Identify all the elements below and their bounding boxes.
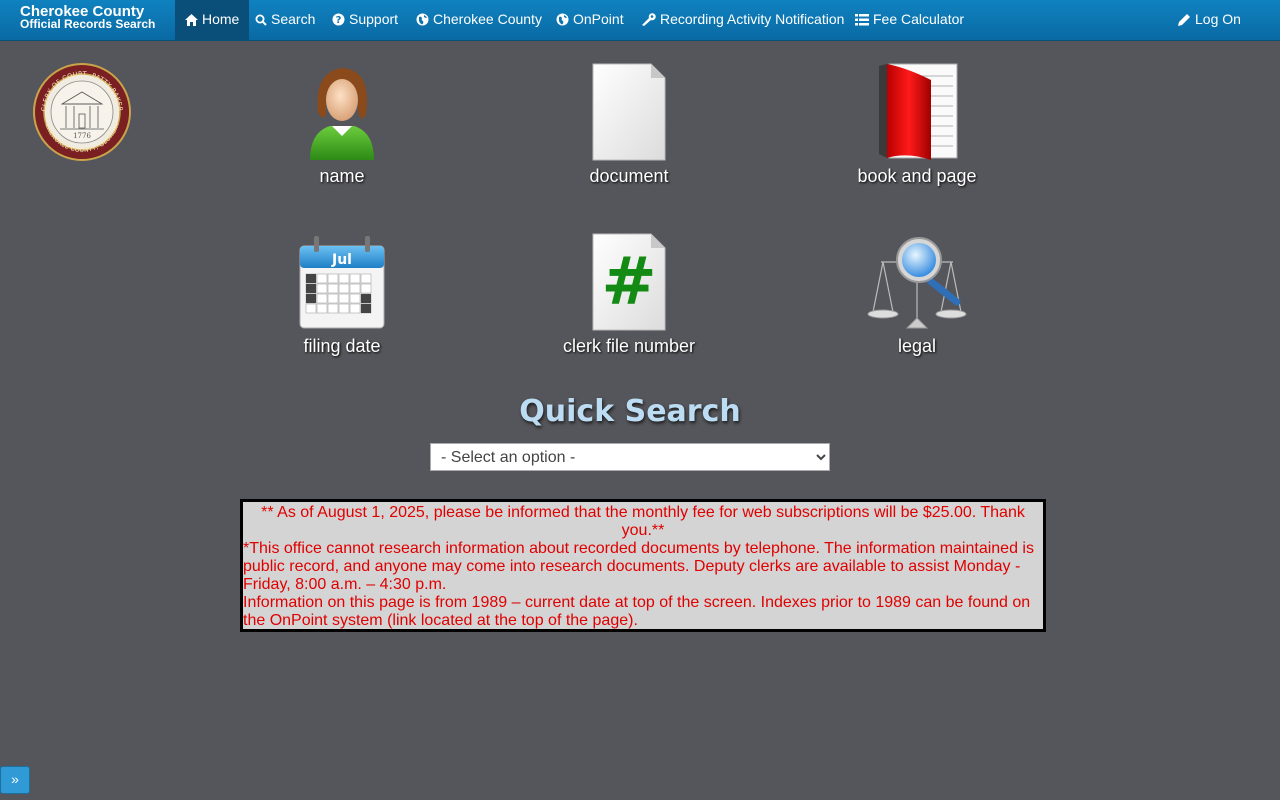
notice-index-line: Information on this page is from 1989 – … (243, 594, 1031, 629)
nav-onpoint[interactable]: OnPoint (556, 0, 624, 40)
nav-log-on-label: Log On (1195, 11, 1241, 27)
list-icon (855, 14, 869, 26)
expand-panel-button[interactable]: » (0, 766, 30, 794)
tile-name-label: name (319, 166, 365, 186)
pencil-icon (1178, 14, 1190, 26)
brand[interactable]: Cherokee County Official Records Search (20, 4, 156, 31)
notice-fee-line: ** As of August 1, 2025, please be infor… (261, 504, 1025, 539)
calendar-icon: Jul (299, 236, 385, 329)
search-tile-document[interactable]: document (529, 62, 729, 187)
hash-symbol: # (601, 243, 656, 320)
brand-subtitle: Official Records Search (20, 17, 156, 31)
svg-text:?: ? (336, 15, 342, 26)
hash-document-icon: # (592, 233, 666, 331)
nav-recording-activity-notification[interactable]: Recording Activity Notification (641, 0, 844, 40)
person-icon (310, 68, 374, 160)
nav-cherokee-county-label: Cherokee County (433, 11, 542, 27)
document-icon (592, 63, 666, 161)
scales-magnifier-icon (867, 237, 967, 329)
calendar-month-text: Jul (331, 252, 352, 268)
search-icon (255, 14, 267, 26)
tile-legal-label: legal (897, 336, 937, 356)
nav-home[interactable]: Home (175, 0, 250, 40)
nav-recording-activity-notification-label: Recording Activity Notification (660, 11, 845, 27)
search-tile-legal[interactable]: legal (817, 232, 1017, 357)
globe-icon (556, 13, 569, 26)
tile-filing-date-label: filing date (303, 336, 381, 356)
nav-support[interactable]: ? Support (332, 0, 398, 40)
nav-home-label: Home (202, 11, 240, 27)
nav-onpoint-label: OnPoint (573, 11, 624, 27)
home-icon (185, 14, 198, 26)
nav-cherokee-county[interactable]: Cherokee County (416, 0, 542, 40)
nav-support-label: Support (349, 11, 399, 27)
tile-clerk-file-number-label: clerk file number (562, 336, 696, 356)
wrench-icon (642, 13, 656, 26)
question-circle-icon: ? (332, 13, 345, 26)
notice-telephone-line: *This office cannot research information… (243, 540, 1034, 593)
county-seal-logo: CLERK OF COURT, PATTY BAKER CHEROKEE COU… (33, 63, 131, 161)
search-tile-book-and-page[interactable]: book and page (817, 62, 1017, 187)
seal-year: 1776 (73, 132, 91, 140)
search-tile-filing-date[interactable]: Jul filing date (242, 232, 442, 357)
globe-icon (416, 13, 429, 26)
nav-log-on[interactable]: Log On (1178, 0, 1241, 40)
tile-book-and-page-label: book and page (857, 166, 977, 186)
notice-box: ** As of August 1, 2025, please be infor… (240, 499, 1046, 632)
nav-search[interactable]: Search (255, 0, 315, 40)
nav-search-label: Search (271, 11, 316, 27)
nav-fee-calculator[interactable]: Fee Calculator (855, 0, 964, 40)
nav-fee-calculator-label: Fee Calculator (873, 11, 965, 27)
tile-document-label: document (589, 166, 669, 186)
quick-search-select[interactable]: - Select an option - (430, 443, 830, 471)
quick-search-title: Quick Search (519, 394, 741, 429)
top-navbar: Cherokee County Official Records Search … (0, 0, 1280, 41)
search-tile-clerk-file-number[interactable]: # clerk file number (529, 232, 729, 357)
red-book-icon (879, 63, 958, 160)
search-tile-name[interactable]: name (242, 62, 442, 187)
